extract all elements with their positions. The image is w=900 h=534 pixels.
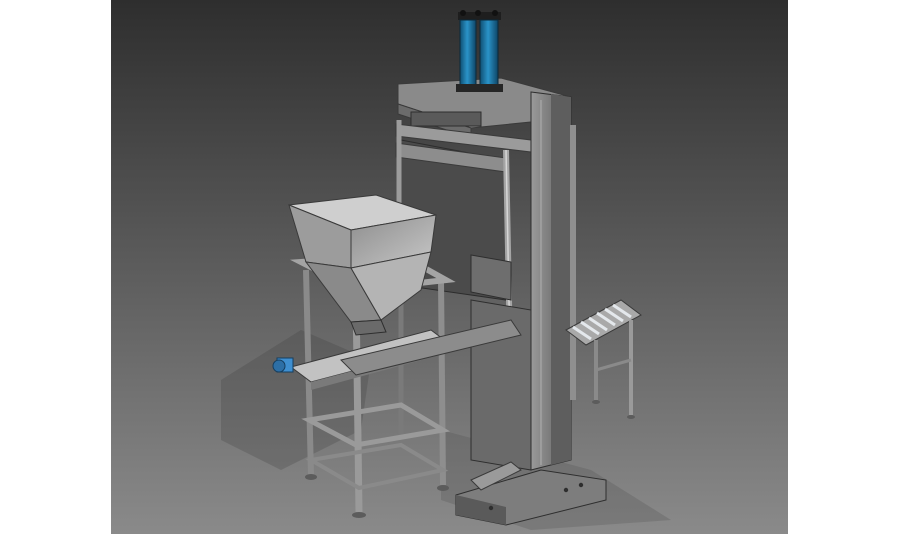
machine-illustration — [111, 0, 788, 534]
hydraulic-cylinder — [456, 10, 503, 92]
ram-block — [470, 254, 512, 301]
cad-render — [111, 0, 788, 534]
viewport — [0, 0, 900, 534]
